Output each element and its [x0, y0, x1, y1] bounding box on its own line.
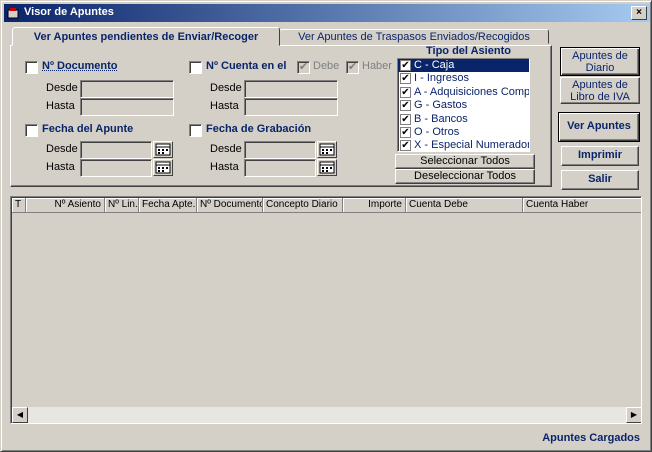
col-header-fecha[interactable]: Fecha Apte. — [139, 198, 197, 213]
close-button[interactable]: × — [631, 6, 647, 20]
calendar-icon — [319, 143, 335, 156]
tipo-item-caja[interactable]: ✔ C - Caja — [398, 59, 529, 73]
fecha-grabacion-hasta-calendar-button[interactable] — [317, 159, 337, 176]
documento-label: Nº Documento — [42, 60, 118, 72]
debe-label: Debe — [313, 60, 340, 72]
fecha-grabacion-desde-input[interactable] — [244, 141, 316, 159]
fecha-grabacion-label: Fecha de Grabación — [206, 123, 312, 135]
fecha-apunte-desde-label: Desde — [46, 143, 78, 155]
documento-desde-input[interactable] — [80, 80, 174, 98]
col-header-concepto[interactable]: Concepto Diario — [263, 198, 343, 213]
tipo-item-label: I - Ingresos — [414, 72, 470, 85]
tab-traspasos[interactable]: Ver Apuntes de Traspasos Enviados/Recogi… — [279, 29, 549, 44]
calendar-icon — [155, 161, 171, 174]
calendar-icon — [319, 161, 335, 174]
tipo-item-label: B - Bancos — [414, 112, 468, 125]
tab-pendientes[interactable]: Ver Apuntes pendientes de Enviar/Recoger — [12, 27, 280, 46]
cuenta-desde-input[interactable] — [244, 80, 338, 98]
cuenta-hasta-input[interactable] — [244, 98, 338, 116]
fecha-grabacion-desde-label: Desde — [210, 143, 242, 155]
col-header-cuenta-debe[interactable]: Cuenta Debe — [406, 198, 523, 213]
cuenta-desde-label: Desde — [210, 82, 242, 94]
tipo-item-adquisiciones[interactable]: ✔A - Adquisiciones Compras — [398, 86, 529, 99]
calendar-icon — [155, 143, 171, 156]
apuntes-iva-button[interactable]: Apuntes de Libro de IVA — [560, 77, 640, 104]
tipo-item-label: O - Otros — [414, 125, 460, 138]
fecha-grabacion-hasta-input[interactable] — [244, 159, 316, 177]
cuenta-label: Nº Cuenta en el — [206, 60, 287, 72]
fecha-grabacion-hasta-label: Hasta — [210, 161, 239, 173]
deselect-all-button[interactable]: Deseleccionar Todos — [395, 169, 535, 184]
col-header-documento[interactable]: Nº Documento — [197, 198, 263, 213]
documento-hasta-label: Hasta — [46, 100, 75, 112]
salir-button[interactable]: Salir — [561, 170, 639, 190]
fecha-apunte-hasta-label: Hasta — [46, 161, 75, 173]
col-header-t[interactable]: T — [12, 198, 26, 213]
cuenta-checkbox[interactable] — [189, 61, 202, 74]
tipo-item-label: G - Gastos — [414, 99, 468, 112]
tipo-item-label: A - Adquisiciones Compras — [414, 85, 530, 98]
debe-checkbox[interactable]: ✔ — [297, 61, 310, 74]
check-icon[interactable]: ✔ — [400, 140, 411, 151]
apuntes-diario-button[interactable]: Apuntes de Diario — [560, 47, 640, 76]
horizontal-scrollbar[interactable]: ◀ ▶ — [12, 407, 641, 423]
imprimir-button[interactable]: Imprimir — [561, 146, 639, 166]
scroll-left-arrow-icon[interactable]: ◀ — [12, 407, 28, 423]
fecha-apunte-hasta-input[interactable] — [80, 159, 152, 177]
fecha-apunte-label: Fecha del Apunte — [42, 123, 134, 135]
tipo-item-ingresos[interactable]: ✔ I - Ingresos — [398, 72, 529, 85]
grid-header: T Nº Asiento Nº Lin. Fecha Apte. Nº Docu… — [12, 198, 641, 213]
check-icon[interactable]: ✔ — [400, 113, 411, 125]
tipo-item-bancos[interactable]: ✔ B - Bancos — [398, 113, 529, 126]
col-header-importe[interactable]: Importe — [343, 198, 406, 213]
tipo-asiento-title: Tipo del Asiento — [426, 45, 511, 57]
haber-label: Haber — [362, 60, 392, 72]
title-bar[interactable]: Visor de Apuntes × — [4, 4, 650, 22]
check-icon[interactable]: ✔ — [400, 100, 411, 112]
documento-hasta-input[interactable] — [80, 98, 174, 116]
documento-desde-label: Desde — [46, 82, 78, 94]
tipo-item-label: X - Especial Numeradores — [414, 139, 530, 152]
documento-checkbox[interactable] — [25, 61, 38, 74]
check-icon[interactable]: ✔ — [400, 60, 411, 71]
fecha-grabacion-desde-calendar-button[interactable] — [317, 141, 337, 158]
fecha-apunte-checkbox[interactable] — [25, 124, 38, 137]
window-title: Visor de Apuntes — [24, 6, 114, 18]
check-icon[interactable]: ✔ — [400, 73, 411, 85]
check-icon[interactable]: ✔ — [400, 86, 411, 98]
fecha-apunte-desde-input[interactable] — [80, 141, 152, 159]
apuntes-grid[interactable]: T Nº Asiento Nº Lin. Fecha Apte. Nº Docu… — [10, 196, 642, 424]
tipo-item-label: C - Caja — [414, 59, 455, 71]
tipo-item-gastos[interactable]: ✔ G - Gastos — [398, 99, 529, 112]
select-all-button[interactable]: Seleccionar Todos — [395, 154, 535, 169]
fecha-grabacion-checkbox[interactable] — [189, 124, 202, 137]
status-text: Apuntes Cargados — [542, 432, 640, 444]
scroll-right-arrow-icon[interactable]: ▶ — [626, 407, 641, 423]
col-header-cuenta-haber[interactable]: Cuenta Haber — [523, 198, 641, 213]
fecha-apunte-desde-calendar-button[interactable] — [153, 141, 173, 158]
haber-checkbox[interactable]: ✔ — [346, 61, 359, 74]
ver-apuntes-button[interactable]: Ver Apuntes — [558, 112, 640, 142]
col-header-asiento[interactable]: Nº Asiento — [26, 198, 105, 213]
check-icon[interactable]: ✔ — [400, 126, 411, 138]
fecha-apunte-hasta-calendar-button[interactable] — [153, 159, 173, 176]
col-header-lin[interactable]: Nº Lin. — [105, 198, 139, 213]
tipo-item-especial[interactable]: ✔ X - Especial Numeradores — [398, 139, 530, 152]
app-icon — [7, 8, 19, 19]
cuenta-hasta-label: Hasta — [210, 100, 239, 112]
tipo-item-otros[interactable]: ✔ O - Otros — [398, 126, 529, 139]
tipo-asiento-list: ✔ C - Caja ✔ I - Ingresos ✔ A - Adquisicion… — [397, 58, 530, 152]
